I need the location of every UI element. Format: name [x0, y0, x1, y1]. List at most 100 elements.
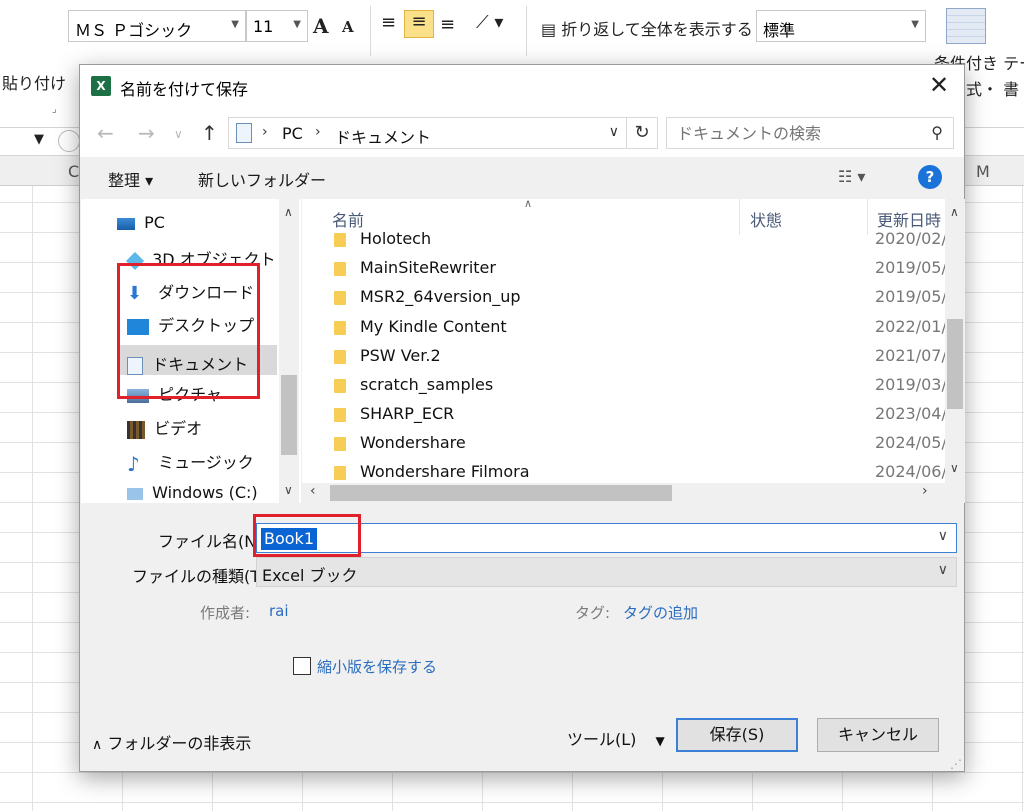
tree-item-pc[interactable]: PC	[117, 213, 165, 243]
file-list-vertical-scrollbar[interactable]: ∧ ∨	[945, 199, 965, 483]
tree-item-music[interactable]: ♪ ミュージック	[127, 449, 254, 479]
format-as-table-label[interactable]: 式・ 書	[966, 76, 1019, 100]
file-date: 2024/05/	[875, 433, 945, 452]
list-item[interactable]: Wondershare Filmora 2024/06/	[302, 459, 945, 483]
align-middle-icon[interactable]: ≡	[404, 10, 434, 38]
breadcrumb-pc[interactable]: PC	[282, 124, 303, 143]
file-date: 2021/07/	[875, 346, 945, 365]
column-header-c[interactable]: C	[68, 162, 79, 181]
tools-label: ツール(L)	[567, 730, 637, 749]
save-thumbnail-label[interactable]: 縮小版を保存する	[317, 656, 437, 677]
align-top-icon[interactable]: ≡	[381, 12, 396, 33]
file-name: Holotech	[360, 229, 432, 248]
conditional-format-icon[interactable]	[946, 8, 986, 44]
paste-button[interactable]: 貼り付け	[2, 70, 66, 94]
save-button[interactable]: 保存(S)	[676, 718, 798, 752]
new-folder-button[interactable]: 新しいフォルダー	[198, 167, 326, 191]
wrap-text-button[interactable]: ▤ 折り返して全体を表示する	[541, 16, 753, 40]
namebox-dropdown-icon[interactable]: ▼	[34, 132, 44, 147]
chevron-down-icon: ▼	[911, 19, 919, 30]
filename-input[interactable]: Book1 ∨	[256, 523, 957, 553]
list-item[interactable]: Holotech 2020/02/	[302, 229, 945, 255]
file-name: Wondershare Filmora	[360, 462, 530, 481]
list-item[interactable]: Wondershare 2024/05/	[302, 430, 945, 459]
scrollbar-thumb[interactable]	[330, 485, 672, 501]
tree-item-label: PC	[144, 213, 165, 232]
help-button[interactable]: ?	[918, 165, 942, 189]
breadcrumb-documents[interactable]: ドキュメント	[335, 124, 431, 148]
list-item[interactable]: My Kindle Content 2022/01/	[302, 314, 945, 343]
excel-app-icon: X	[91, 76, 111, 96]
chevron-down-icon: ▼	[231, 19, 239, 30]
save-thumbnail-checkbox[interactable]	[293, 657, 311, 675]
dropdown-triangle-icon: ▼	[655, 734, 665, 748]
back-arrow-icon[interactable]: ←	[97, 121, 114, 145]
author-value[interactable]: rai	[269, 602, 289, 620]
up-arrow-icon[interactable]: ↑	[201, 121, 218, 145]
folder-icon	[334, 233, 346, 247]
chevron-down-icon[interactable]: ∨	[938, 528, 948, 544]
dialog-titlebar: X 名前を付けて保存 ✕	[80, 65, 964, 109]
address-dropdown-icon[interactable]: ∨	[609, 124, 619, 140]
folder-icon	[334, 437, 346, 451]
scroll-right-icon[interactable]: ›	[922, 483, 928, 499]
scrollbar-thumb[interactable]	[281, 375, 297, 455]
shrink-font-button[interactable]: A	[342, 18, 354, 36]
font-size-select[interactable]: 11 ▼	[246, 10, 308, 42]
file-name: PSW Ver.2	[360, 346, 441, 365]
column-name[interactable]: 名前	[332, 207, 364, 231]
cancel-button[interactable]: キャンセル	[817, 718, 939, 752]
chevron-down-icon[interactable]: ∨	[938, 562, 948, 578]
document-location-icon	[236, 123, 252, 143]
list-item[interactable]: SHARP_ECR 2023/04/	[302, 401, 945, 430]
scroll-up-icon[interactable]: ∧	[950, 205, 959, 219]
search-icon[interactable]: ⚲	[931, 123, 943, 142]
tree-item-videos[interactable]: ビデオ	[127, 415, 202, 445]
address-bar[interactable]: › PC › ドキュメント ∨	[228, 117, 658, 149]
number-format-select[interactable]: 標準 ▼	[756, 10, 926, 42]
orientation-icon[interactable]: ⟋ ▾	[476, 12, 503, 33]
filetype-select[interactable]: Excel ブック ∨	[256, 557, 957, 587]
list-item[interactable]: PSW Ver.2 2021/07/	[302, 343, 945, 372]
scroll-down-icon[interactable]: ∨	[950, 461, 959, 475]
filename-label: ファイル名(N):	[158, 532, 268, 551]
resize-grip-icon[interactable]: ⋰	[950, 757, 962, 771]
column-modified[interactable]: 更新日時	[877, 207, 941, 231]
clipboard-launcher-icon[interactable]: ⌟	[52, 104, 57, 115]
forward-arrow-icon[interactable]: →	[138, 121, 155, 145]
tree-item-windows-drive[interactable]: Windows (C:)	[127, 483, 258, 513]
organize-button[interactable]: 整理 ▾	[108, 167, 153, 191]
align-bottom-icon[interactable]: ≡	[440, 14, 455, 35]
wrap-text-label: 折り返して全体を表示する	[561, 20, 753, 39]
font-name-select[interactable]: ＭＳ Ｐゴシック ▼	[68, 10, 246, 42]
tags-value[interactable]: タグの追加	[623, 602, 698, 623]
list-item[interactable]: MSR2_64version_up 2019/05/	[302, 284, 945, 313]
search-input[interactable]	[667, 118, 917, 148]
scroll-up-icon[interactable]: ∧	[284, 205, 293, 219]
list-item[interactable]: scratch_samples 2019/03/	[302, 372, 945, 401]
formula-scroll-icon[interactable]	[58, 130, 80, 152]
tools-button[interactable]: ツール(L) ▼	[567, 726, 665, 750]
folder-icon	[334, 321, 346, 335]
close-button[interactable]: ✕	[924, 71, 954, 101]
breadcrumb-separator-icon[interactable]: ›	[262, 124, 268, 140]
scrollbar-thumb[interactable]	[947, 319, 963, 409]
hide-folders-button[interactable]: ∧ フォルダーの非表示	[92, 730, 251, 754]
view-options-icon[interactable]: ☷ ▾	[838, 167, 865, 186]
column-status[interactable]: 状態	[750, 207, 782, 231]
column-header-m[interactable]: M	[976, 162, 990, 181]
refresh-button[interactable]: ↻	[626, 117, 658, 149]
file-name: MainSiteRewriter	[360, 258, 496, 277]
scroll-down-icon[interactable]: ∨	[284, 483, 293, 497]
file-list-pane: ∧ 名前 状態 更新日時 Holotech 2020/02/ MainSiteRe…	[302, 197, 965, 503]
font-name-value: ＭＳ Ｐゴシック	[75, 21, 193, 40]
scroll-left-icon[interactable]: ‹	[310, 483, 316, 499]
file-list-horizontal-scrollbar[interactable]: ‹ ›	[302, 483, 965, 503]
list-item[interactable]: MainSiteRewriter 2019/05/	[302, 255, 945, 284]
breadcrumb-separator-icon[interactable]: ›	[315, 124, 321, 140]
grow-font-button[interactable]: A	[313, 14, 329, 38]
recent-dropdown-icon[interactable]: ∨	[174, 127, 183, 141]
pc-icon	[117, 217, 135, 230]
folder-icon	[334, 291, 346, 305]
navigation-scrollbar[interactable]: ∧ ∨	[279, 199, 299, 503]
